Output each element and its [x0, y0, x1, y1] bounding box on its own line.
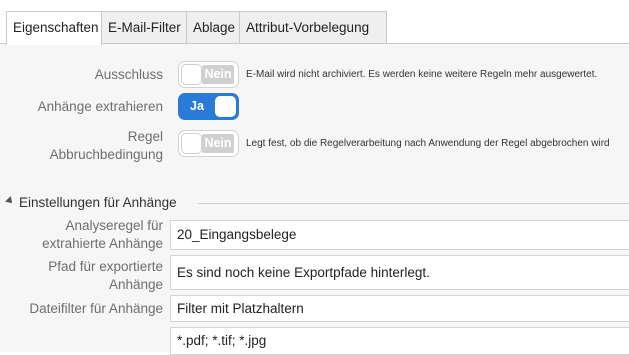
dateifilter-label: Dateifilter für Anhänge	[29, 301, 163, 316]
toggle-state-label: Ja	[190, 99, 204, 113]
pfad-label-line1: Pfad für exportierte	[48, 259, 163, 274]
toggle-knob	[181, 64, 202, 85]
analyseregel-field[interactable]: 20_Eingangsbelege	[170, 220, 629, 250]
dateifilter-select[interactable]: Filter mit Platzhaltern	[170, 295, 629, 322]
ausschluss-label: Ausschluss	[94, 67, 163, 82]
section-title: Einstellungen für Anhänge	[19, 195, 177, 210]
toggle-state-label: Nein	[202, 134, 234, 153]
tab-email-filter[interactable]: E-Mail-Filter	[101, 11, 187, 44]
tab-ablage[interactable]: Ablage	[186, 11, 240, 44]
toggle-knob	[215, 96, 236, 117]
analyseregel-label-line2: extrahierte Anhänge	[42, 236, 163, 251]
anhaenge-extrahieren-toggle[interactable]: Ja	[178, 93, 239, 120]
filter-pattern-input[interactable]: *.pdf; *.tif; *.jpg	[170, 327, 629, 355]
tab-bar: Eigenschaften E-Mail-Filter Ablage Attri…	[0, 0, 629, 45]
abbruch-label-line2: Abbruchbedingung	[49, 147, 163, 162]
ausschluss-toggle[interactable]: Nein	[178, 61, 239, 88]
analyseregel-label-line1: Analyseregel für	[65, 218, 163, 233]
pfad-label-line2: Anhänge	[108, 277, 163, 292]
anhaenge-extrahieren-label: Anhänge extrahieren	[37, 99, 163, 114]
tab-eigenschaften[interactable]: Eigenschaften	[6, 11, 102, 45]
section-divider	[198, 203, 629, 204]
toggle-state-label: Nein	[202, 65, 234, 84]
abbruch-hint: Legt fest, ob die Regelverarbeitung nach…	[246, 138, 610, 149]
ausschluss-hint: E-Mail wird nicht archiviert. Es werden …	[246, 69, 598, 80]
abbruch-label-line1: Regel	[127, 129, 163, 144]
tab-attribut-vorbelegung[interactable]: Attribut-Vorbelegung	[239, 11, 387, 44]
export-path-field[interactable]: Es sind noch keine Exportpfade hinterleg…	[170, 255, 629, 290]
attachments-section-header[interactable]: Einstellungen für Anhänge	[5, 194, 629, 212]
collapse-arrow-icon[interactable]	[5, 196, 15, 206]
toggle-knob	[181, 133, 202, 154]
properties-panel: Ausschluss Nein E-Mail wird nicht archiv…	[0, 44, 629, 355]
abbruchbedingung-toggle[interactable]: Nein	[178, 130, 239, 157]
